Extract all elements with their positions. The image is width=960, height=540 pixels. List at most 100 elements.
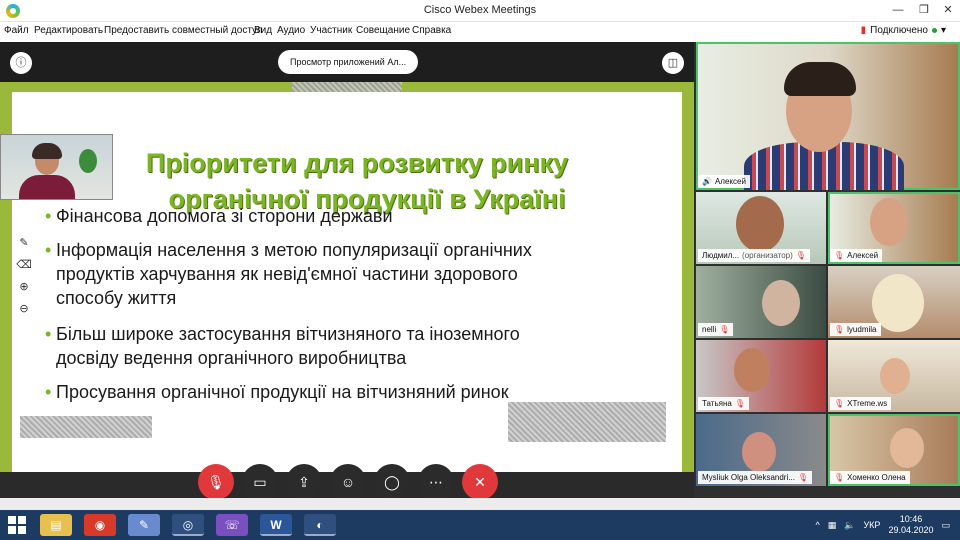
self-view-video[interactable] (0, 134, 113, 200)
more-options-button[interactable]: ⋯ (418, 464, 454, 500)
eraser-tool-icon[interactable]: ⌫ (14, 254, 34, 276)
slide-bullet-2-line-2: продуктів харчування як невід'ємної част… (56, 264, 518, 284)
windows-start-icon[interactable] (8, 516, 26, 534)
viewing-application-pill[interactable]: Просмотр приложений Ал... (278, 50, 419, 74)
maximize-button[interactable]: ❐ (912, 2, 936, 18)
mic-muted-icon: 🎙 (734, 399, 745, 408)
mic-muted-icon: 🎙 (834, 399, 845, 408)
slide-title-line-1: Пріоритети для розвитку ринку (145, 148, 569, 178)
person-hair (784, 62, 856, 96)
participant-label: Татьяна 🎙 (698, 397, 749, 410)
slide-bullet-3-line-1: Більш широке застосування вітчизняного т… (45, 322, 520, 346)
media-app-icon[interactable]: ◉ (84, 514, 116, 536)
viber-icon[interactable]: ☏ (216, 514, 248, 536)
menu-edit[interactable]: Редактировать (34, 25, 103, 36)
chrome-browser-icon[interactable]: ◎ (172, 514, 204, 536)
end-meeting-button[interactable]: ✕ (462, 464, 498, 500)
menu-help[interactable]: Справка (412, 25, 451, 36)
slide-bullet-1: Фінансова допомога зі сторони держави (45, 204, 392, 228)
clock[interactable]: 10:46 29.04.2020 (888, 514, 933, 536)
chat-button[interactable]: ◯ (374, 464, 410, 500)
participant-label: Людмил... (организатор) 🎙 (698, 249, 810, 262)
notifications-icon[interactable]: ▭ (941, 520, 950, 531)
active-speaker-label: 🔊 Алексей (698, 175, 750, 188)
active-speaker-video[interactable]: 🔊 Алексей (696, 42, 960, 190)
close-button[interactable]: ✕ (936, 2, 960, 18)
menu-file[interactable]: Файл (4, 25, 29, 36)
participant-label: 🎙 Алексей (830, 249, 883, 262)
word-app-icon[interactable]: W (260, 514, 292, 536)
person-head (734, 348, 770, 392)
person-head (762, 280, 800, 326)
person-head (880, 358, 910, 394)
connection-status[interactable]: ▮ Подключено ▾ (861, 25, 946, 36)
menu-view[interactable]: Вид (254, 25, 272, 36)
title-bar: Cisco Webex Meetings — ❐ ✕ (0, 0, 960, 22)
participants-panel: 🔊 Алексей Людмил... (организатор) 🎙 🎙 Ал… (694, 42, 960, 498)
shared-content-area: ⓘ Просмотр приложений Ал... ◫ Пріоритети… (0, 42, 694, 514)
connection-label: Подключено (870, 25, 928, 36)
annotation-toolbar: ✎ ⌫ ⊕ ⊖ (14, 232, 34, 320)
share-button[interactable]: ⇪ (286, 464, 322, 500)
slide-bullet-2-line-3: способу життя (56, 288, 177, 308)
mic-muted-icon: 🎙 (834, 325, 845, 334)
mic-muted-icon: 🎙 (834, 473, 845, 482)
webex-app-icon[interactable]: ◐ (304, 514, 336, 536)
compression-artifact (20, 416, 152, 438)
language-indicator[interactable]: УКР (863, 520, 880, 530)
participant-label: 🎙 lyudmila (830, 323, 881, 336)
participant-tile-8[interactable]: 🎙 Хоменко Олена (828, 414, 960, 486)
mute-microphone-button[interactable]: 🎙 (198, 464, 234, 500)
meeting-controls: 🎙 ▭ ⇪ ☺ ◯ ⋯ ✕ (198, 464, 498, 500)
video-toggle-button[interactable]: ▭ (242, 464, 278, 500)
menu-audio[interactable]: Аудио (277, 25, 305, 36)
person-head (890, 428, 924, 468)
person-head (736, 196, 784, 252)
minimize-button[interactable]: — (886, 2, 910, 18)
person-hair (32, 143, 62, 159)
clock-date: 29.04.2020 (888, 525, 934, 535)
menu-meeting[interactable]: Совещание (356, 25, 410, 36)
participant-tile-2[interactable]: 🎙 Алексей (828, 192, 960, 264)
pointer-tool-icon[interactable]: ✎ (14, 232, 34, 254)
participant-tile-7[interactable]: Mysliuk Olga Oleksandri... 🎙 (696, 414, 826, 486)
clock-time: 10:46 (899, 514, 923, 524)
person-torso (19, 175, 75, 199)
menu-share[interactable]: Предоставить совместный доступ (104, 25, 262, 36)
file-explorer-icon[interactable]: ▤ (40, 514, 72, 536)
slide-bullet-4: Просування органічної продукції на вітчи… (45, 380, 509, 404)
mic-muted-icon: 🎙 (719, 325, 730, 334)
zoom-in-icon[interactable]: ⊕ (14, 276, 34, 298)
paint-app-icon[interactable]: ✎ (128, 514, 160, 536)
window-title: Cisco Webex Meetings (423, 4, 537, 16)
chevron-down-icon: ▾ (940, 25, 946, 36)
audio-icon: 🔊 (702, 177, 712, 186)
mic-muted-icon: 🎙 (834, 251, 845, 260)
participant-label: nelli 🎙 (698, 323, 734, 336)
tray-up-arrow-icon[interactable]: ^ (816, 520, 820, 530)
menu-participant[interactable]: Участник (310, 25, 352, 36)
windows-taskbar: ▤ ◉ ✎ ◎ ☏ W ◐ ^ ▦ 🔈 УКР 10:46 29.04.2020… (0, 510, 960, 540)
slide-bullet-2-line-1: Інформація населення з метою популяризац… (45, 238, 532, 262)
participant-tile-4[interactable]: 🎙 lyudmila (828, 266, 960, 338)
participant-label: Mysliuk Olga Oleksandri... 🎙 (698, 471, 813, 484)
mic-muted-icon: 🎙 (795, 251, 806, 260)
zoom-out-icon[interactable]: ⊖ (14, 298, 34, 320)
participant-tile-1[interactable]: Людмил... (организатор) 🎙 (696, 192, 826, 264)
connected-dot-icon (931, 28, 937, 33)
person-head (742, 432, 776, 472)
compression-artifact (508, 402, 666, 442)
volume-icon[interactable]: 🔈 (844, 520, 855, 531)
participant-tile-6[interactable]: 🎙 XTreme.ws (828, 340, 960, 412)
status-bar (0, 498, 960, 510)
participants-button[interactable]: ☺ (330, 464, 366, 500)
network-icon[interactable]: ▦ (828, 520, 837, 531)
participant-label: 🎙 XTreme.ws (830, 397, 892, 410)
person-head (870, 198, 908, 246)
layout-toggle-icon[interactable]: ◫ (662, 52, 684, 74)
participant-tile-5[interactable]: Татьяна 🎙 (696, 340, 826, 412)
info-icon[interactable]: ⓘ (10, 52, 32, 74)
participant-tile-3[interactable]: nelli 🎙 (696, 266, 826, 338)
plant-in-video (79, 149, 97, 173)
mic-muted-icon: 🎙 (797, 473, 809, 482)
